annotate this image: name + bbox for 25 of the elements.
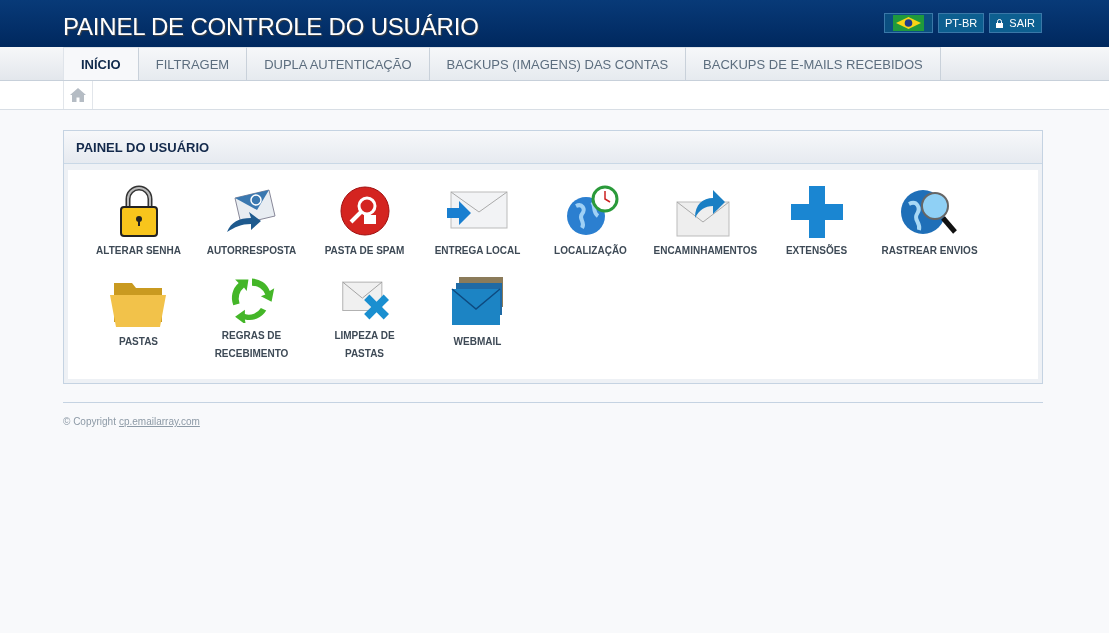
panel-title: PAINEL DO USUÁRIO (64, 131, 1042, 164)
page-title: PAINEL DE CONTROLE DO USUÁRIO (63, 12, 479, 41)
shortcut-link[interactable]: PASTAS (118, 333, 159, 351)
shortcut-link[interactable]: WEBMAIL (453, 333, 502, 351)
shortcut-link[interactable]: RASTREAR ENVIOS (881, 242, 978, 260)
shortcut-link[interactable]: REGRAS DE RECEBIMENTO (201, 327, 302, 363)
copyright-text: © Copyright (63, 416, 116, 427)
flag-icon (892, 15, 924, 31)
nav-tab[interactable]: DUPLA AUTENTICAÇÃO (247, 47, 430, 80)
nav-tab[interactable]: BACKUPS (IMAGENS) DAS CONTAS (429, 47, 687, 80)
shortcut-link[interactable]: PASTA DE SPAM (324, 242, 405, 260)
lock-icon (996, 18, 1004, 28)
nav-tab[interactable]: BACKUPS DE E-MAILS RECEBIDOS (686, 47, 941, 80)
flag-button[interactable] (883, 13, 933, 33)
shortcut-link[interactable]: AUTORRESPOSTA (206, 242, 297, 260)
shortcut-link[interactable]: ENTREGA LOCAL (434, 242, 521, 260)
shortcut-link[interactable]: EXTENSÕES (785, 242, 848, 260)
shortcut-link[interactable]: LOCALIZAÇÃO (554, 242, 627, 260)
shortcut-link[interactable]: LIMPEZA DE PASTAS (314, 327, 415, 363)
home-icon (70, 88, 86, 102)
logout-button[interactable]: SAIR (989, 13, 1042, 33)
shortcut-link[interactable]: ALTERAR SENHA (96, 242, 181, 260)
nav-tab[interactable]: INÍCIO (63, 47, 139, 80)
nav-tab[interactable]: FILTRAGEM (138, 47, 248, 80)
language-button[interactable]: PT-BR (937, 13, 985, 33)
